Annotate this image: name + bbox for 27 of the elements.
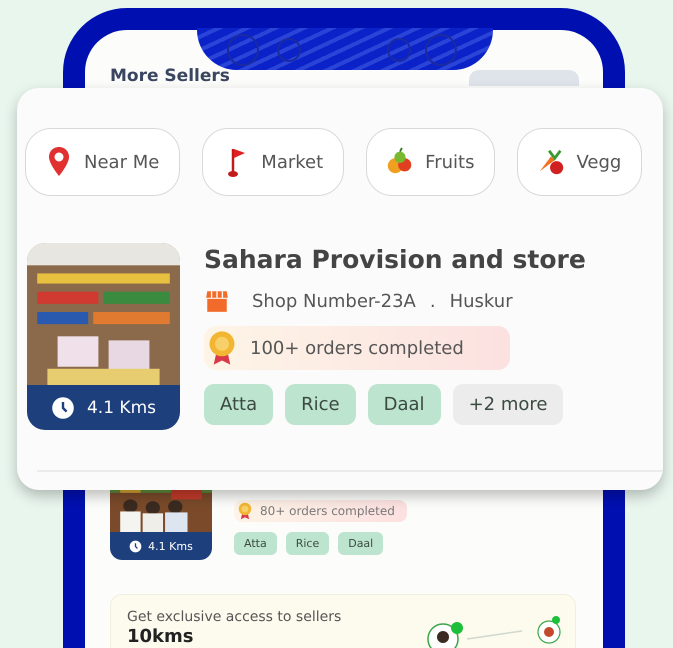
header-button[interactable] — [469, 70, 579, 86]
separator-text: . — [430, 290, 436, 312]
orders-text: 100+ orders completed — [250, 338, 464, 358]
clock-icon — [129, 540, 142, 552]
distance-text: 4.1 Kms — [86, 398, 156, 418]
category-chip[interactable]: Fruits — [366, 128, 496, 196]
category-chip[interactable]: Vegg — [517, 128, 642, 196]
medal-icon — [238, 502, 252, 520]
category-tag: Rice — [286, 532, 330, 555]
section-title: More Sellers — [110, 66, 230, 86]
promo-headline: 10kms — [127, 627, 194, 647]
category-tag: Daal — [368, 384, 441, 425]
promo-text: Get exclusive access to sellers — [127, 609, 342, 625]
more-tag[interactable]: +2 more — [452, 384, 564, 425]
clock-icon — [50, 396, 75, 420]
orders-text: 80+ orders completed — [260, 504, 395, 518]
distance-text: 4.1 Kms — [148, 540, 193, 552]
category-tag: Atta — [204, 384, 274, 425]
locality-text: Huskur — [450, 290, 513, 312]
category-tag: Rice — [285, 384, 356, 425]
medal-icon — [208, 330, 236, 366]
address-text: Shop Number-23A — [252, 290, 416, 312]
category-tag: Daal — [338, 532, 384, 555]
store-name: Sahara Provision and store — [204, 245, 586, 274]
category-tag: Atta — [234, 532, 277, 555]
category-chip[interactable]: Market — [202, 128, 344, 196]
category-chip[interactable]: Near Me — [25, 128, 180, 196]
